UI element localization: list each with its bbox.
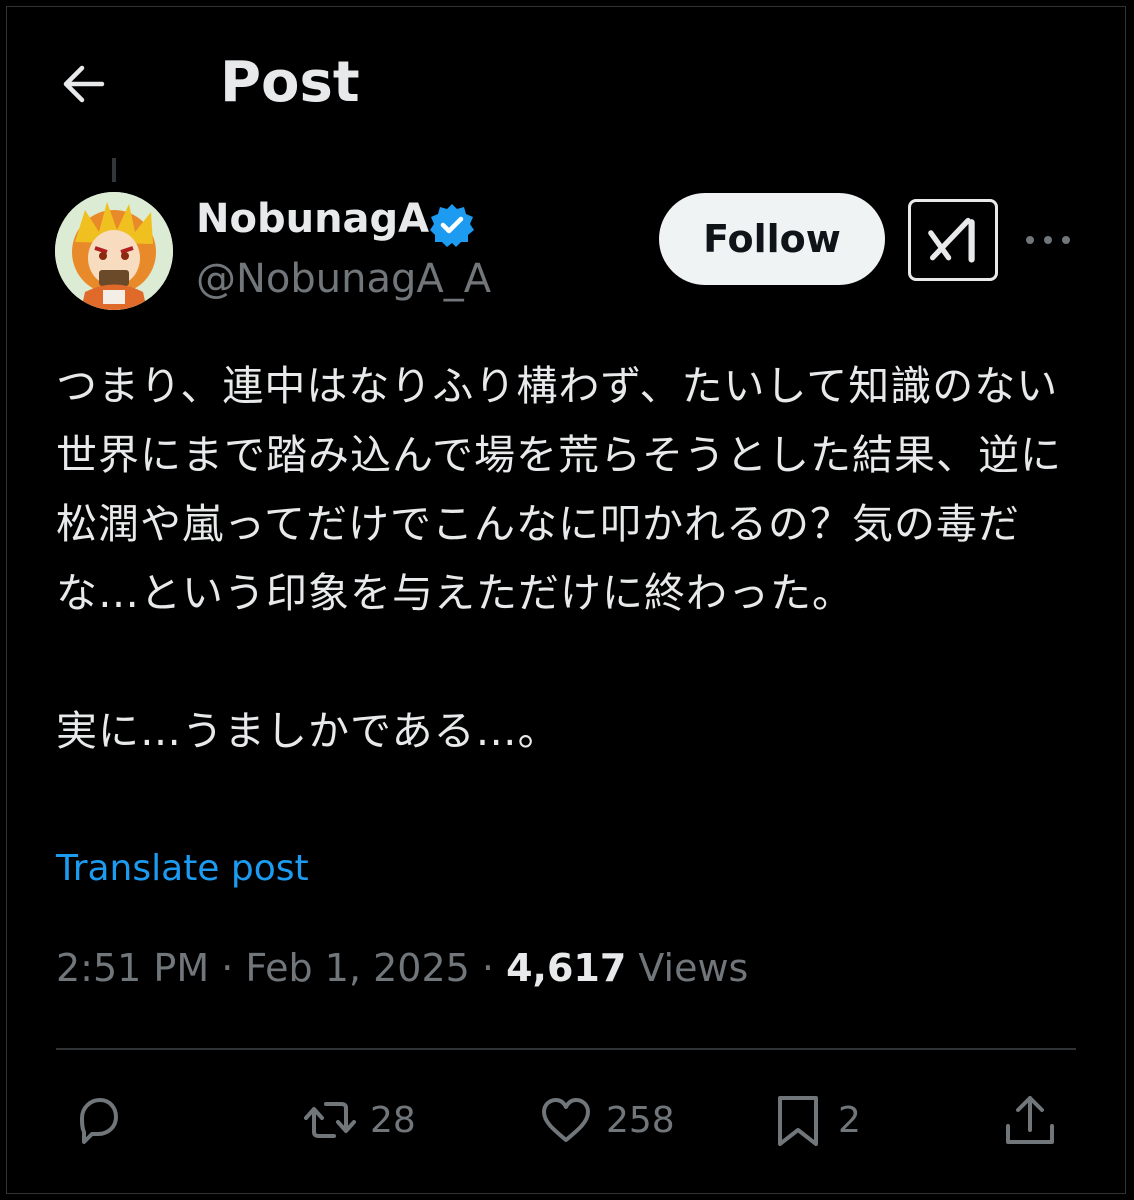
heart-icon bbox=[542, 1098, 590, 1142]
views-label: Views bbox=[638, 946, 749, 990]
post-metadata: 2:51 PM · Feb 1, 2025 · 4,617 Views bbox=[56, 946, 748, 990]
views-count: 4,617 bbox=[506, 946, 627, 990]
share-icon bbox=[1006, 1096, 1054, 1144]
bookmark-icon bbox=[778, 1096, 818, 1146]
retweet-button[interactable]: 28 bbox=[300, 1080, 416, 1160]
like-count: 258 bbox=[606, 1099, 675, 1141]
action-bar: 28 258 2 bbox=[0, 1080, 1134, 1160]
more-options-icon[interactable] bbox=[1022, 222, 1074, 258]
avatar[interactable] bbox=[55, 192, 173, 310]
post-date[interactable]: Feb 1, 2025 bbox=[245, 946, 469, 990]
post-text: つまり、連中はなりふり構わず、たいして知識のない世界にまで踏み込んで場を荒らそう… bbox=[56, 362, 1062, 755]
retweet-icon bbox=[304, 1102, 356, 1138]
author-name[interactable]: NobunagA bbox=[196, 196, 429, 242]
page-title: Post bbox=[220, 50, 360, 115]
header: Post bbox=[0, 0, 1134, 160]
reply-button[interactable] bbox=[68, 1080, 128, 1160]
post-time[interactable]: 2:51 PM bbox=[56, 946, 209, 990]
follow-button[interactable]: Follow bbox=[659, 193, 885, 285]
meta-separator: · bbox=[221, 946, 246, 990]
verified-badge-icon bbox=[428, 201, 476, 249]
retweet-count: 28 bbox=[370, 1099, 416, 1141]
divider bbox=[56, 1048, 1076, 1050]
bookmark-count: 2 bbox=[838, 1099, 861, 1141]
grok-icon[interactable] bbox=[908, 199, 998, 281]
bookmark-button[interactable]: 2 bbox=[768, 1080, 861, 1160]
like-button[interactable]: 258 bbox=[536, 1080, 675, 1160]
back-arrow-icon[interactable] bbox=[58, 58, 110, 110]
meta-separator: · bbox=[481, 946, 507, 990]
share-button[interactable] bbox=[1000, 1080, 1060, 1160]
thread-connector bbox=[112, 158, 116, 182]
reply-icon bbox=[80, 1098, 118, 1144]
translate-post-link[interactable]: Translate post bbox=[56, 848, 309, 889]
author-handle[interactable]: @NobunagA_A bbox=[196, 256, 491, 302]
